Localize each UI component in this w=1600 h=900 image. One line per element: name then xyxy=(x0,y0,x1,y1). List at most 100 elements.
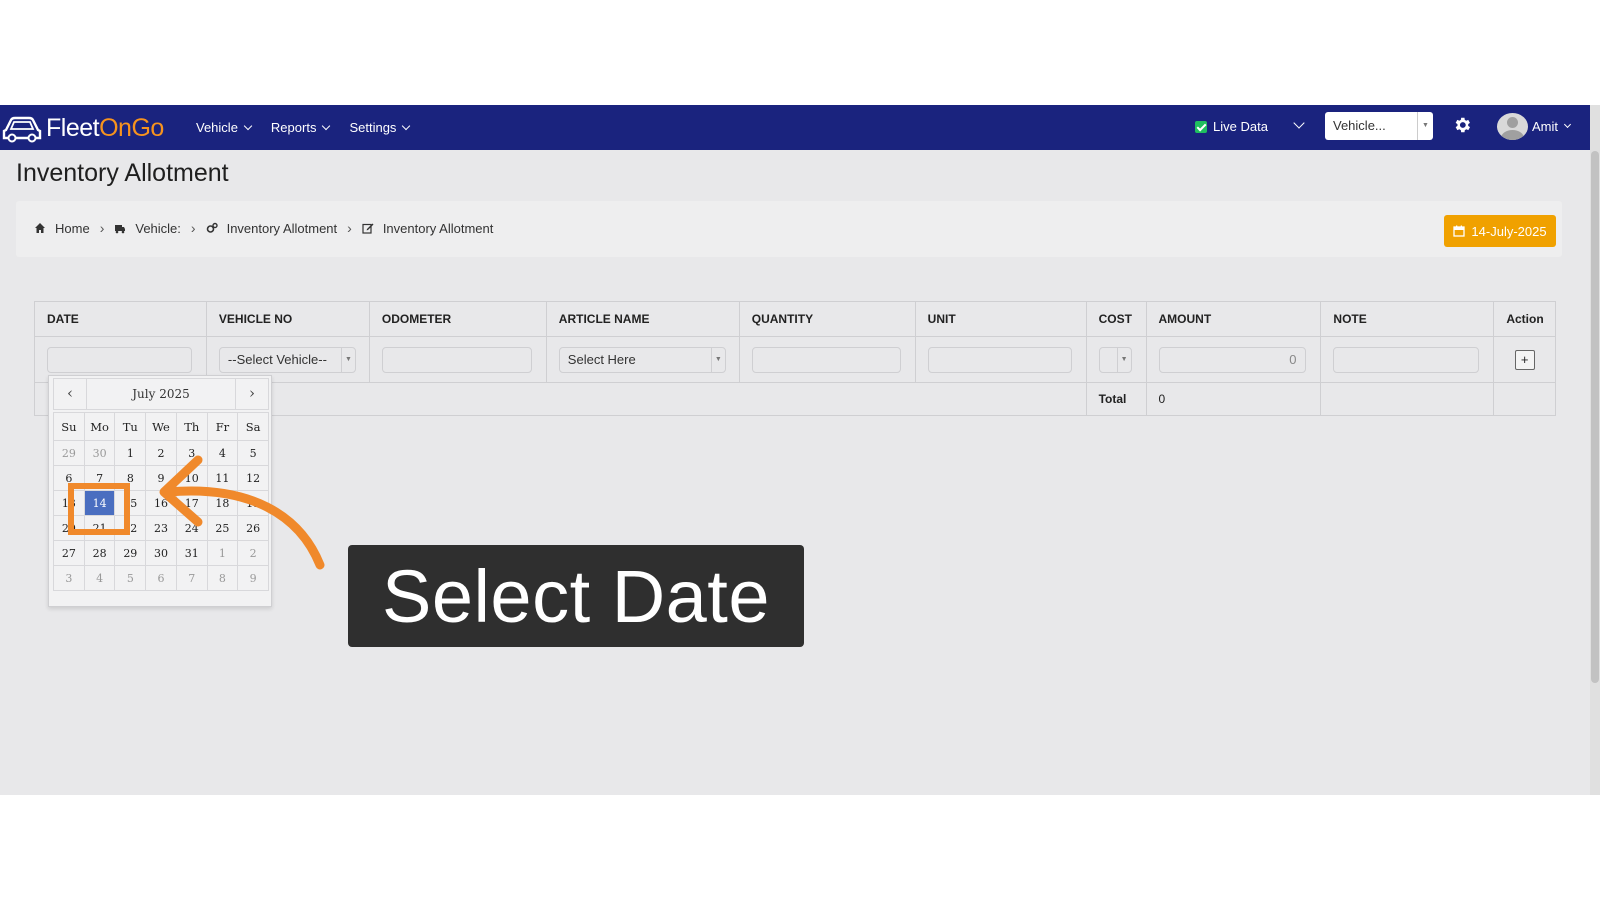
vehicle-select[interactable]: Vehicle... ▼ xyxy=(1325,112,1433,140)
vehicle-no-select[interactable]: --Select Vehicle-- ▼ xyxy=(218,346,356,373)
user-avatar[interactable] xyxy=(1497,113,1528,140)
column-header: VEHICLE NO xyxy=(205,301,370,337)
gear-icon[interactable] xyxy=(1452,115,1472,135)
day-cell[interactable]: 29 xyxy=(53,440,85,466)
date-picker-header: ‹ July 2025 › xyxy=(53,378,269,410)
total-value: 0 xyxy=(1145,382,1322,416)
article-name-placeholder: Select Here xyxy=(567,351,636,367)
select-date-banner: Select Date xyxy=(348,545,804,647)
top-navbar: FleetOnGo Vehicle Reports Settings Live … xyxy=(0,105,1590,150)
date-input[interactable] xyxy=(47,346,192,373)
page-title: Inventory Allotment xyxy=(16,159,229,187)
breadcrumb-current: Inventory Allotment xyxy=(382,220,494,236)
column-header: ODOMETER xyxy=(368,301,547,337)
menu-reports[interactable]: Reports xyxy=(270,120,331,135)
breadcrumb-separator: › xyxy=(190,220,196,236)
logo-text: FleetOnGo xyxy=(46,114,164,143)
truck-icon xyxy=(115,225,126,234)
breadcrumb: Home › Vehicle: › Inventory Allotment › … xyxy=(34,220,493,236)
weekday-label: Sa xyxy=(237,412,269,441)
breadcrumb-vehicle[interactable]: Vehicle: xyxy=(135,221,181,236)
breadcrumb-home[interactable]: Home xyxy=(55,221,90,236)
column-header: ARTICLE NAME xyxy=(545,301,740,337)
menu-reports-label: Reports xyxy=(270,120,317,135)
column-header: UNIT xyxy=(914,301,1087,337)
live-data-toggle[interactable]: Live Data xyxy=(1195,119,1268,134)
home-icon xyxy=(35,223,45,233)
dropdown-arrow-icon: ▼ xyxy=(340,347,355,372)
column-header: Action xyxy=(1493,301,1556,337)
day-cell[interactable]: 5 xyxy=(114,565,147,591)
chevron-down-icon xyxy=(243,121,253,130)
table-header-row: DATE VEHICLE NO ODOMETER ARTICLE NAME QU… xyxy=(34,301,1556,337)
day-cell[interactable]: 30 xyxy=(83,440,116,466)
day-cell[interactable]: 1 xyxy=(114,440,147,466)
current-date-badge[interactable]: 14-July-2025 xyxy=(1444,215,1556,247)
logo-text-fleet: Fleet xyxy=(46,113,100,142)
weekday-label: Su xyxy=(53,412,85,441)
unit-input[interactable] xyxy=(927,346,1072,373)
vehicle-no-placeholder: --Select Vehicle-- xyxy=(227,351,327,367)
weekday-label: Fr xyxy=(206,412,239,441)
column-header: QUANTITY xyxy=(738,301,916,337)
total-row-empty xyxy=(1320,382,1495,416)
chevron-down-icon xyxy=(322,121,331,130)
cost-select[interactable]: ▼ xyxy=(1098,346,1132,373)
month-label[interactable]: July 2025 xyxy=(86,379,236,409)
prev-month-button[interactable]: ‹ xyxy=(54,379,86,409)
column-header: DATE xyxy=(34,301,207,337)
total-row-empty xyxy=(1493,382,1556,416)
vehicle-select-value: Vehicle... xyxy=(1333,118,1386,133)
amount-input[interactable]: 0 xyxy=(1158,346,1306,373)
breadcrumb-inventory-allotment[interactable]: Inventory Allotment xyxy=(227,221,338,236)
calendar-icon xyxy=(1453,225,1466,237)
main-menu: Vehicle Reports Settings xyxy=(196,105,411,150)
annotation-arrow-icon xyxy=(159,455,325,570)
weekday-label: Tu xyxy=(114,412,147,441)
dropdown-arrow-icon: ▼ xyxy=(710,347,725,372)
total-label: Total xyxy=(1085,382,1147,416)
page-scrollbar[interactable] xyxy=(1590,105,1600,795)
next-month-button[interactable]: › xyxy=(236,379,268,409)
menu-settings-label: Settings xyxy=(349,120,397,135)
live-data-checkbox[interactable] xyxy=(1195,120,1207,133)
column-header: NOTE xyxy=(1320,301,1495,337)
odometer-input[interactable] xyxy=(381,346,532,373)
gears-icon xyxy=(206,222,218,233)
weekday-label: Th xyxy=(175,412,208,441)
day-cell[interactable]: 28 xyxy=(83,540,116,566)
chevron-down-icon xyxy=(1563,120,1572,129)
breadcrumb-separator: › xyxy=(347,220,352,236)
current-date-text: 14-July-2025 xyxy=(1471,223,1547,239)
weekday-label: Mo xyxy=(83,412,116,441)
quantity-input[interactable] xyxy=(751,346,901,373)
amount-value: 0 xyxy=(1289,351,1297,367)
chevron-down-icon xyxy=(402,121,411,130)
menu-settings[interactable]: Settings xyxy=(349,120,411,135)
dropdown-arrow-icon: ▼ xyxy=(1116,347,1131,372)
app-logo[interactable]: FleetOnGo xyxy=(2,111,164,145)
breadcrumb-separator: › xyxy=(99,220,105,236)
weekday-label: We xyxy=(145,412,177,441)
day-cell[interactable]: 4 xyxy=(83,565,116,591)
banner-text: Select Date xyxy=(381,554,771,638)
column-header: AMOUNT xyxy=(1145,301,1322,337)
user-menu[interactable]: Amit xyxy=(1532,119,1572,134)
menu-vehicle[interactable]: Vehicle xyxy=(196,120,253,135)
day-cell[interactable]: 27 xyxy=(53,540,85,566)
breadcrumb-bar: Home › Vehicle: › Inventory Allotment › … xyxy=(16,201,1562,257)
note-input[interactable] xyxy=(1333,346,1480,373)
scrollbar-thumb[interactable] xyxy=(1591,151,1599,683)
user-name: Amit xyxy=(1532,119,1558,134)
live-data-chevron-icon[interactable] xyxy=(1293,117,1305,129)
menu-vehicle-label: Vehicle xyxy=(196,120,238,135)
dropdown-arrow-icon: ▼ xyxy=(1417,112,1433,140)
day-cell[interactable]: 3 xyxy=(53,565,85,591)
article-name-select[interactable]: Select Here ▼ xyxy=(558,346,726,373)
add-row-button[interactable]: + xyxy=(1514,349,1535,370)
live-data-label: Live Data xyxy=(1213,119,1268,134)
day-cell[interactable]: 29 xyxy=(114,540,147,566)
weekday-row: Su Mo Tu We Th Fr Sa xyxy=(53,412,269,441)
logo-text-ongo: OnGo xyxy=(99,113,164,142)
app-screen: FleetOnGo Vehicle Reports Settings Live … xyxy=(0,105,1600,795)
